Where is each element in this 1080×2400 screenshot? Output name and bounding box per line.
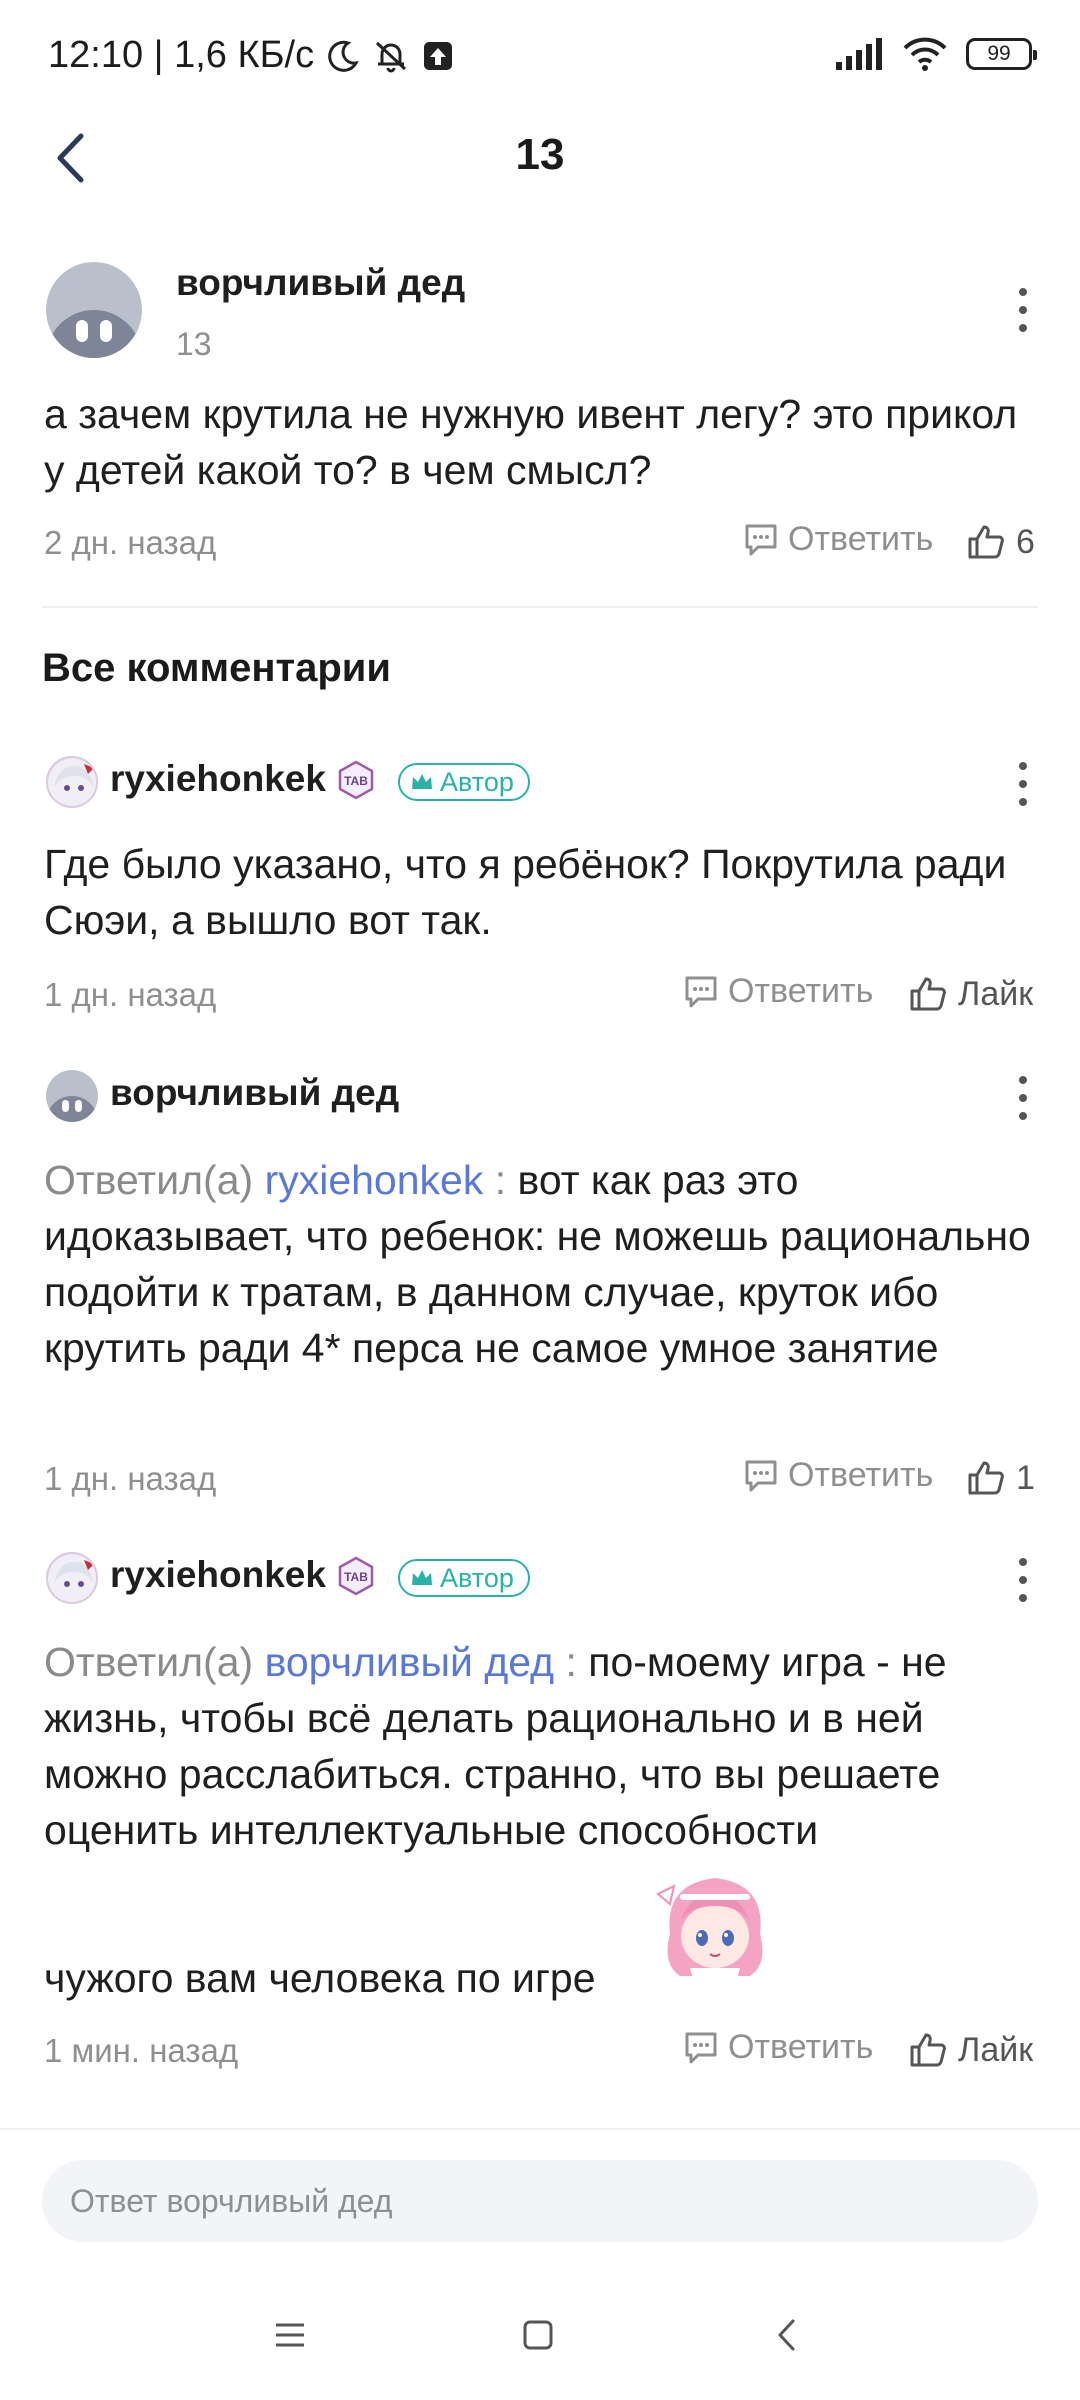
- avatar-body: [46, 310, 142, 358]
- thumbs-up-icon: [910, 977, 946, 1011]
- like-count: 1: [1016, 1458, 1035, 1497]
- header: 13: [0, 118, 1080, 198]
- comment-time: 1 дн. назад: [44, 1460, 217, 1497]
- signal-icon: [836, 38, 882, 70]
- reply-input-container[interactable]: [42, 2160, 1038, 2242]
- input-divider: [0, 2128, 1080, 2130]
- speech-bubble-icon: [685, 2032, 717, 2063]
- back-nav-button[interactable]: [756, 2310, 816, 2360]
- author-badge: Автор: [398, 1559, 530, 1597]
- anime-girl-sticker-icon: [656, 1878, 763, 1990]
- like-label: Лайк: [958, 2030, 1034, 2069]
- avatar[interactable]: [46, 1070, 98, 1122]
- moon-icon: [328, 40, 359, 72]
- crown-icon: [412, 774, 432, 789]
- thumbs-up-icon: [968, 1461, 1004, 1495]
- section-title: Все комментарии: [42, 646, 391, 690]
- page-title: 13: [515, 130, 565, 179]
- square-home-icon: [523, 2320, 553, 2350]
- status-time: 12:10 | 1,6 КБ/с: [48, 34, 315, 76]
- avatar-eye: [75, 1100, 82, 1112]
- author-badge-label: Автор: [440, 766, 514, 797]
- bell-off-icon: [376, 41, 407, 72]
- svg-text:TAB: TAB: [344, 774, 368, 788]
- reply-label: Ответить: [728, 2028, 874, 2066]
- reply-label: Ответить: [788, 520, 934, 558]
- comment-time: 1 дн. назад: [44, 976, 217, 1013]
- tab-badge-icon: TAB: [338, 760, 374, 800]
- like-button[interactable]: Лайк: [908, 974, 1033, 1014]
- anime-avatar-icon: [48, 1554, 96, 1602]
- divider: [42, 606, 1038, 608]
- mention-separator: :: [483, 1157, 518, 1203]
- crown-icon: [412, 1570, 432, 1585]
- wifi-icon: [903, 37, 947, 71]
- speech-bubble-icon: [745, 524, 777, 555]
- reply-button[interactable]: Ответить: [742, 1456, 933, 1495]
- more-options-button[interactable]: [1008, 1070, 1038, 1126]
- home-nav-button[interactable]: [508, 2310, 568, 2360]
- like-button[interactable]: Лайк: [908, 2030, 1033, 2070]
- avatar-eye: [76, 320, 88, 342]
- avatar[interactable]: [46, 262, 142, 358]
- avatar-body: [46, 1096, 98, 1122]
- speech-bubble-icon: [745, 1460, 777, 1491]
- thumbs-up-icon: [910, 2033, 946, 2067]
- like-button[interactable]: 1: [966, 1458, 1035, 1498]
- system-nav-bar: [0, 2290, 1080, 2380]
- status-right: 99: [836, 36, 1037, 72]
- menu-icon: [276, 2323, 304, 2347]
- chevron-left-icon: [778, 2319, 795, 2351]
- anime-avatar-icon: [48, 758, 96, 806]
- like-button[interactable]: 6: [966, 522, 1035, 562]
- reply-button[interactable]: Ответить: [682, 2028, 873, 2067]
- more-options-button[interactable]: [1008, 282, 1038, 338]
- comment-text: Ответил(а) ryxiehonkek : вот как раз это…: [44, 1152, 1044, 1376]
- avatar[interactable]: [46, 756, 98, 808]
- status-bar: 12:10 | 1,6 КБ/с 99: [0, 0, 1080, 118]
- reply-label: Ответить: [788, 1456, 934, 1494]
- svg-text:TAB: TAB: [344, 1570, 368, 1584]
- menu-nav-button[interactable]: [260, 2310, 320, 2360]
- upload-icon: [424, 41, 453, 70]
- avatar-eye: [100, 320, 112, 342]
- speech-bubble-icon: [685, 976, 717, 1007]
- more-options-button[interactable]: [1008, 1552, 1038, 1608]
- reply-button[interactable]: Ответить: [682, 972, 873, 1011]
- status-left: 12:10 | 1,6 КБ/с: [48, 34, 454, 77]
- mention-separator: :: [554, 1639, 589, 1685]
- comment-text-tail: чужого вам человека по игре: [44, 1955, 596, 2001]
- replied-prefix: Ответил(а): [44, 1639, 254, 1685]
- like-count: 6: [1016, 522, 1035, 561]
- author-badge: Автор: [398, 763, 530, 801]
- author-badge-label: Автор: [440, 1562, 514, 1593]
- comment-author[interactable]: ворчливый дед: [110, 1072, 399, 1114]
- more-options-button[interactable]: [1008, 756, 1038, 812]
- comment-time: 2 дн. назад: [44, 524, 217, 561]
- comment-author[interactable]: ryxiehonkek: [110, 758, 326, 800]
- comment-time: 1 мин. назад: [44, 2032, 239, 2069]
- thumbs-up-icon: [968, 525, 1004, 559]
- reply-label: Ответить: [728, 972, 874, 1010]
- comment-author[interactable]: ryxiehonkek: [110, 1554, 326, 1596]
- mention-link[interactable]: ryxiehonkek: [265, 1157, 484, 1203]
- comment-text: а зачем крутила не нужную ивент легу? эт…: [44, 391, 1018, 493]
- like-label: Лайк: [958, 974, 1034, 1013]
- tab-badge-icon: TAB: [338, 1556, 374, 1596]
- reply-button[interactable]: Ответить: [742, 520, 933, 559]
- replied-prefix: Ответил(а): [44, 1157, 254, 1203]
- mention-link[interactable]: ворчливый дед: [265, 1639, 555, 1685]
- comment-text: Ответил(а) ворчливый дед : по-моему игра…: [44, 1634, 1044, 1858]
- battery-icon: 99: [966, 38, 1037, 70]
- avatar-eye: [62, 1100, 69, 1112]
- comment-author[interactable]: ворчливый дед: [176, 262, 465, 304]
- avatar[interactable]: [46, 1552, 98, 1604]
- comment-text: Где было указано, что я ребёнок? Покрути…: [44, 841, 1007, 943]
- battery-level: 99: [987, 42, 1011, 65]
- comment-sub: 13: [176, 326, 212, 362]
- reply-input[interactable]: [42, 2160, 1038, 2242]
